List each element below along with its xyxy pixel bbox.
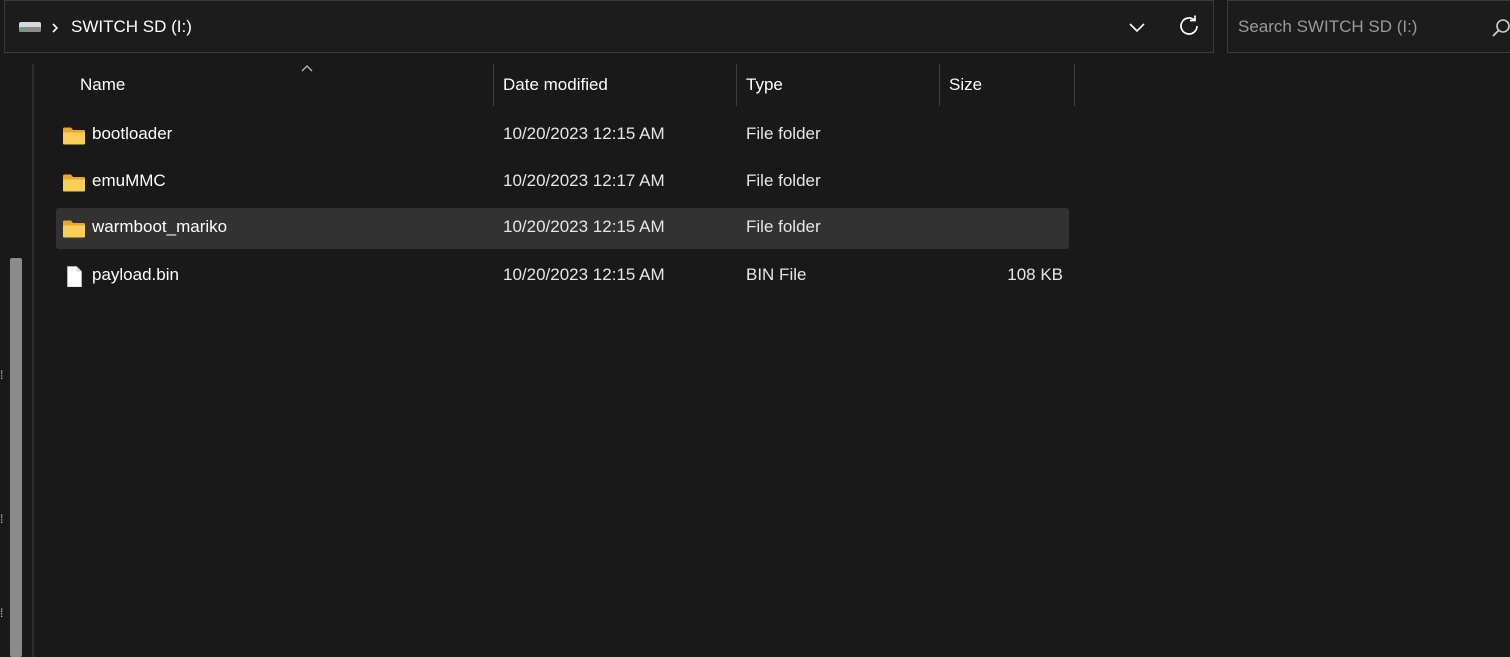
sort-ascending-icon bbox=[301, 65, 313, 72]
column-header-name-label: Name bbox=[80, 75, 126, 94]
file-row-bootloader[interactable]: bootloader 10/20/2023 12:15 AM File fold… bbox=[56, 115, 1069, 156]
file-row-emummc[interactable]: emuMMC 10/20/2023 12:17 AM File folder bbox=[56, 162, 1069, 203]
search-icon[interactable] bbox=[1490, 18, 1510, 40]
folder-icon bbox=[63, 127, 85, 145]
file-date: 10/20/2023 12:15 AM bbox=[503, 124, 665, 143]
file-name: emuMMC bbox=[92, 171, 166, 190]
nav-item-fragment: ⁞ bbox=[0, 368, 4, 382]
file-type: BIN File bbox=[746, 265, 807, 284]
column-separator[interactable] bbox=[493, 64, 494, 106]
column-header-date-label: Date modified bbox=[503, 75, 608, 94]
column-separator[interactable] bbox=[1074, 64, 1075, 106]
nav-item-fragment: ⁞ bbox=[0, 512, 4, 526]
column-separator[interactable] bbox=[736, 64, 737, 106]
file-date: 10/20/2023 12:15 AM bbox=[503, 217, 665, 236]
refresh-icon[interactable] bbox=[1175, 12, 1203, 40]
file-name: bootloader bbox=[92, 124, 173, 143]
nav-item-fragment: ⁞ bbox=[0, 606, 4, 620]
file-name: payload.bin bbox=[92, 265, 179, 284]
file-size: 108 KB bbox=[1007, 265, 1063, 284]
file-type: File folder bbox=[746, 217, 821, 236]
pane-divider[interactable] bbox=[32, 64, 34, 657]
folder-icon bbox=[63, 220, 85, 238]
chevron-down-icon[interactable] bbox=[1123, 14, 1151, 42]
search-input[interactable] bbox=[1236, 13, 1476, 41]
column-header-name[interactable]: Name bbox=[80, 64, 493, 106]
column-header-type-label: Type bbox=[746, 75, 783, 94]
column-separator[interactable] bbox=[939, 64, 940, 106]
file-row-payload-bin[interactable]: payload.bin 10/20/2023 12:15 AM BIN File… bbox=[56, 256, 1069, 297]
address-bar[interactable]: SWITCH SD (I:) bbox=[4, 0, 1214, 53]
navigation-scrollbar[interactable] bbox=[10, 258, 22, 657]
file-name: warmboot_mariko bbox=[92, 217, 228, 236]
column-header-size-label: Size bbox=[949, 75, 983, 94]
file-icon bbox=[67, 266, 82, 287]
file-type: File folder bbox=[746, 171, 821, 190]
search-box[interactable] bbox=[1227, 0, 1510, 53]
drive-icon bbox=[19, 22, 41, 32]
chevron-right-icon[interactable] bbox=[49, 20, 61, 36]
file-date: 10/20/2023 12:15 AM bbox=[503, 265, 665, 284]
breadcrumb-item-switch-sd[interactable]: SWITCH SD (I:) bbox=[71, 16, 192, 38]
column-header-row: Name Date modified Type Size bbox=[56, 64, 1076, 106]
file-row-warmboot-mariko[interactable]: warmboot_mariko 10/20/2023 12:15 AM File… bbox=[56, 208, 1069, 249]
column-header-size[interactable]: Size bbox=[949, 64, 1073, 106]
folder-icon bbox=[63, 174, 85, 192]
file-type: File folder bbox=[746, 124, 821, 143]
file-date: 10/20/2023 12:17 AM bbox=[503, 171, 665, 190]
column-header-date-modified[interactable]: Date modified bbox=[503, 64, 736, 106]
column-header-type[interactable]: Type bbox=[746, 64, 939, 106]
